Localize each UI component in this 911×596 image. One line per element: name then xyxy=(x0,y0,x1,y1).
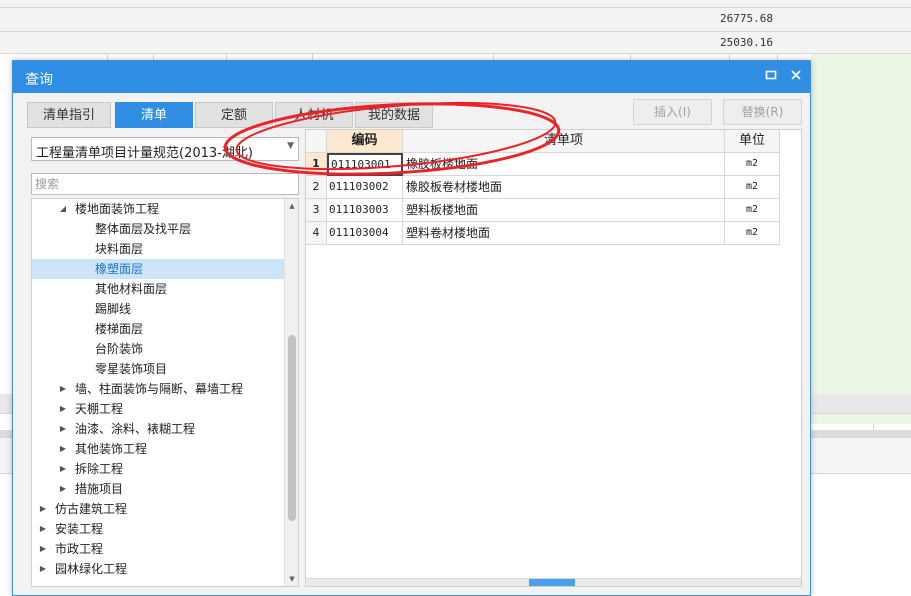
tree-node[interactable]: ▶ 仿古建筑工程 xyxy=(32,499,284,519)
tree-collapsed-icon[interactable]: ▶ xyxy=(57,399,69,419)
spec-select-value: 工程量清单项目计量规范(2013-湖北) xyxy=(36,146,253,161)
tab-quota[interactable]: 定额 xyxy=(195,102,273,128)
name-cell[interactable]: 塑料板楼地面 xyxy=(403,199,725,222)
bg-row xyxy=(0,0,911,8)
tree-node-label: 台阶装饰 xyxy=(95,342,144,356)
tree-node[interactable]: ▶ 市政工程 xyxy=(32,539,284,559)
tree-node[interactable]: ▶ 油漆、涂料、裱糊工程 xyxy=(32,419,284,439)
tree-node-label: 油漆、涂料、裱糊工程 xyxy=(75,422,196,436)
tree-collapsed-icon[interactable]: ▶ xyxy=(37,559,49,579)
code-cell[interactable]: 011103004 xyxy=(327,222,403,245)
grid-corner xyxy=(306,130,327,153)
maximize-icon[interactable] xyxy=(762,68,780,86)
code-cell[interactable]: 011103001 xyxy=(327,153,403,176)
tree-node-label: 块料面层 xyxy=(95,242,144,256)
scroll-down-icon[interactable]: ▼ xyxy=(285,572,298,586)
tree-collapsed-icon[interactable]: ▶ xyxy=(37,499,49,519)
name-cell[interactable]: 橡胶板卷材楼地面 xyxy=(403,176,725,199)
bg-value-cell: 26775.68 xyxy=(720,12,773,25)
tab-my-data[interactable]: 我的数据 xyxy=(355,102,433,128)
tree-node[interactable]: 台阶装饰 xyxy=(32,339,284,359)
dialog-title: 查询 xyxy=(25,72,53,88)
scroll-up-icon[interactable]: ▲ xyxy=(285,199,298,213)
tree-scroll-thumb[interactable] xyxy=(288,335,296,521)
row-number[interactable]: 1 xyxy=(306,153,327,176)
tree-expanded-icon[interactable]: ◢ xyxy=(57,199,69,219)
tree-node-label: 市政工程 xyxy=(55,542,104,556)
bill-grid: 编码 清单项 单位 1 011103001 橡胶板楼地面 m2 2 011103… xyxy=(305,129,802,587)
tree-node[interactable]: ▶ 拆除工程 xyxy=(32,459,284,479)
tree-node-selected[interactable]: 橡塑面层 xyxy=(32,259,284,279)
tree-node[interactable]: ▶ 园林绿化工程 xyxy=(32,559,284,579)
search-input[interactable] xyxy=(31,173,299,195)
tree-scrollbar[interactable]: ▲ ▼ xyxy=(284,199,298,586)
close-icon[interactable] xyxy=(787,68,805,86)
tree-collapsed-icon[interactable]: ▶ xyxy=(37,519,49,539)
bg-green-column xyxy=(811,54,911,424)
tree-collapsed-icon[interactable]: ▶ xyxy=(57,439,69,459)
insert-button[interactable]: 插入(I) xyxy=(633,99,712,125)
unit-cell[interactable]: m2 xyxy=(725,199,780,222)
query-dialog: 查询 清单指引 清单 定额 人材机 我的数据 插入(I) 替换(R) 工程量清单… xyxy=(12,60,811,596)
bg-value-cell: 25030.16 xyxy=(720,36,773,49)
row-number[interactable]: 2 xyxy=(306,176,327,199)
tab-bill-guide[interactable]: 清单指引 xyxy=(27,102,111,128)
tree-collapsed-icon[interactable]: ▶ xyxy=(57,379,69,399)
tree-node-label: 园林绿化工程 xyxy=(55,562,128,576)
tree-node-label: 拆除工程 xyxy=(75,462,124,476)
tree-node[interactable]: 整体面层及找平层 xyxy=(32,219,284,239)
tree-node[interactable]: ▶ 其他装饰工程 xyxy=(32,439,284,459)
replace-button[interactable]: 替换(R) xyxy=(723,99,802,125)
tree-node-label: 零星装饰项目 xyxy=(95,362,168,376)
unit-cell[interactable]: m2 xyxy=(725,153,780,176)
bg-row xyxy=(0,8,911,32)
tree-collapsed-icon[interactable]: ▶ xyxy=(57,459,69,479)
tree-node[interactable]: ▶ 安装工程 xyxy=(32,519,284,539)
tree-node[interactable]: 其他材料面层 xyxy=(32,279,284,299)
column-header-name[interactable]: 清单项 xyxy=(403,130,725,153)
unit-cell[interactable]: m2 xyxy=(725,176,780,199)
tree-node-label: 踢脚线 xyxy=(95,302,132,316)
tree-collapsed-icon[interactable]: ▶ xyxy=(57,419,69,439)
tree-node-label: 其他材料面层 xyxy=(95,282,168,296)
unit-cell[interactable]: m2 xyxy=(725,222,780,245)
tree-collapsed-icon[interactable]: ▶ xyxy=(57,479,69,499)
code-cell[interactable]: 011103002 xyxy=(327,176,403,199)
grid-scrollbar[interactable] xyxy=(306,578,801,586)
tree-node[interactable]: 楼梯面层 xyxy=(32,319,284,339)
row-number[interactable]: 4 xyxy=(306,222,327,245)
tree-node-label: 措施项目 xyxy=(75,482,124,496)
tab-materials[interactable]: 人材机 xyxy=(275,102,353,128)
bg-row xyxy=(0,32,911,54)
column-header-code[interactable]: 编码 xyxy=(327,130,403,153)
name-cell[interactable]: 塑料卷材楼地面 xyxy=(403,222,725,245)
tree-collapsed-icon[interactable]: ▶ xyxy=(37,539,49,559)
tree-node-label: 橡塑面层 xyxy=(95,262,144,276)
dialog-titlebar[interactable]: 查询 xyxy=(13,61,810,93)
code-cell[interactable]: 011103003 xyxy=(327,199,403,222)
tree-node-label: 楼地面装饰工程 xyxy=(75,202,160,216)
column-header-unit[interactable]: 单位 xyxy=(725,130,780,153)
name-cell[interactable]: 橡胶板楼地面 xyxy=(403,153,725,176)
spec-select[interactable]: 工程量清单项目计量规范(2013-湖北) ▼ xyxy=(31,137,299,161)
tree-node[interactable]: ▶ 墙、柱面装饰与隔断、幕墙工程 xyxy=(32,379,284,399)
tree-node[interactable]: ▶ 措施项目 xyxy=(32,479,284,499)
tree-node-label: 安装工程 xyxy=(55,522,104,536)
tree-node[interactable]: 块料面层 xyxy=(32,239,284,259)
category-tree: ◢ 楼地面装饰工程 整体面层及找平层 块料面层 橡塑面层 其他材料面层 踢脚线 … xyxy=(31,198,299,587)
tree-node-label: 墙、柱面装饰与隔断、幕墙工程 xyxy=(75,382,244,396)
grid-scroll-thumb[interactable] xyxy=(529,579,575,586)
tree-node[interactable]: ◢ 楼地面装饰工程 xyxy=(32,199,284,219)
tree-node[interactable]: 零星装饰项目 xyxy=(32,359,284,379)
tree-node[interactable]: ▶ 天棚工程 xyxy=(32,399,284,419)
tree-node-label: 其他装饰工程 xyxy=(75,442,148,456)
dropdown-arrow-icon[interactable]: ▼ xyxy=(287,141,294,151)
tree-node-label: 楼梯面层 xyxy=(95,322,144,336)
tree-node[interactable]: 踢脚线 xyxy=(32,299,284,319)
tree-node-label: 整体面层及找平层 xyxy=(95,222,192,236)
tree-node-label: 仿古建筑工程 xyxy=(55,502,128,516)
row-number[interactable]: 3 xyxy=(306,199,327,222)
tree-node-label: 天棚工程 xyxy=(75,402,124,416)
tab-bill[interactable]: 清单 xyxy=(115,102,193,128)
